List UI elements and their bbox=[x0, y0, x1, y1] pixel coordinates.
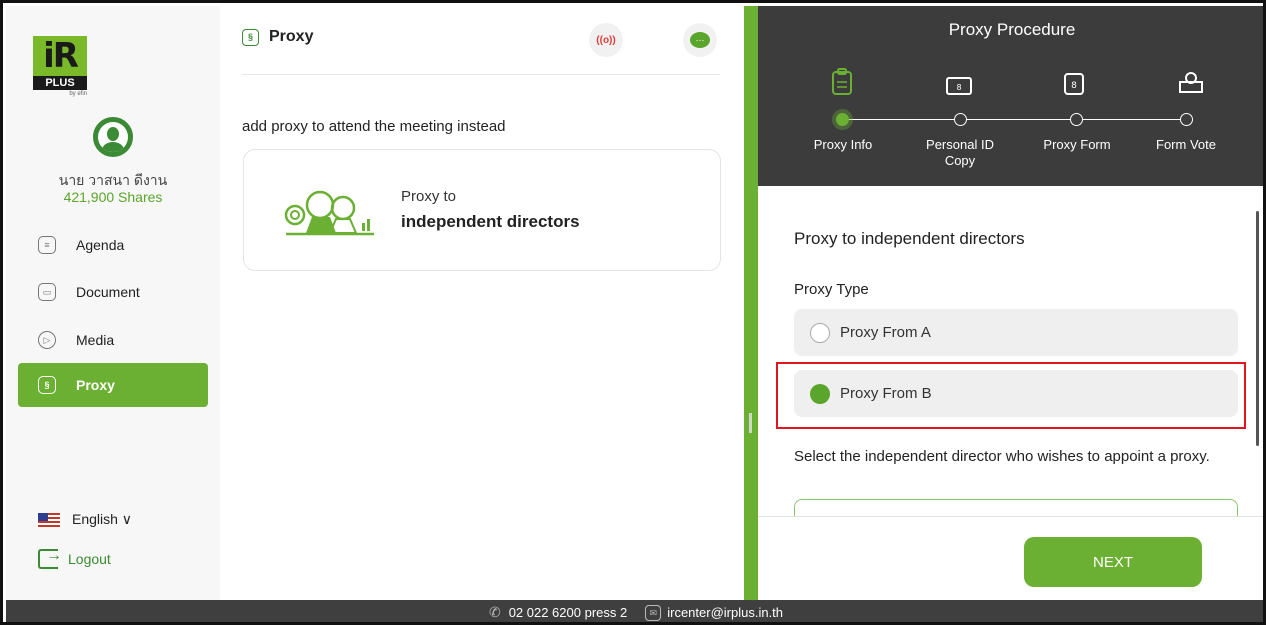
card-line2: independent directors bbox=[401, 212, 580, 231]
language-label: English ∨ bbox=[72, 511, 133, 527]
user-icon bbox=[98, 122, 128, 152]
step-label-personal-id: Personal ID Copy bbox=[926, 137, 994, 168]
user-shares: 421,900 Shares bbox=[63, 189, 163, 205]
document-icon: ▭ bbox=[38, 283, 56, 301]
proxy-independent-directors-card[interactable]: Proxy to independent directors bbox=[243, 149, 721, 271]
logo-mark: iR bbox=[33, 36, 87, 76]
sidebar-item-agenda[interactable]: ≡ Agenda bbox=[18, 223, 208, 267]
chat-button[interactable]: ··· bbox=[683, 23, 717, 57]
sidebar-item-label: Document bbox=[76, 284, 140, 300]
logout-button[interactable]: Logout bbox=[38, 547, 111, 569]
procedure-footer: NEXT bbox=[758, 516, 1263, 600]
proxy-panel: § Proxy ((o)) ··· add proxy to attend th… bbox=[220, 6, 744, 600]
avatar bbox=[93, 117, 133, 157]
step-dot-proxy-info bbox=[836, 113, 849, 126]
irplus-logo: iR PLUS by efin bbox=[33, 36, 87, 98]
proxy-type-option-a[interactable]: Proxy From A bbox=[794, 309, 1238, 356]
app-window: iR PLUS by efin นาย วาสนา ดีงาน 421,900 … bbox=[0, 0, 1266, 625]
card-line1: Proxy to bbox=[401, 188, 457, 205]
footer-email[interactable]: ircenter@irplus.in.th bbox=[667, 605, 783, 620]
logo-by: by efin bbox=[69, 91, 87, 97]
step-label-proxy-form: Proxy Form bbox=[1043, 137, 1111, 152]
panel-subtitle: add proxy to attend the meeting instead bbox=[242, 118, 506, 135]
step-dot-form-vote bbox=[1180, 113, 1193, 126]
footer-phone[interactable]: 02 022 6200 press 2 bbox=[509, 605, 628, 620]
director-select-label: Select the independent director who wish… bbox=[794, 448, 1210, 465]
radio-icon bbox=[810, 322, 830, 343]
proxy-type-label: Proxy Type bbox=[794, 281, 869, 298]
next-button[interactable]: NEXT bbox=[1024, 537, 1202, 587]
vote-box-icon bbox=[1179, 72, 1203, 93]
mail-icon: ✉ bbox=[645, 604, 662, 621]
id-card-icon: 8 bbox=[946, 77, 972, 95]
logo-plus: PLUS bbox=[33, 76, 87, 90]
sidebar: iR PLUS by efin นาย วาสนา ดีงาน 421,900 … bbox=[6, 6, 220, 600]
people-group-icon bbox=[284, 190, 374, 236]
procedure-form: Proxy to independent directors Proxy Typ… bbox=[758, 186, 1263, 516]
step-label-proxy-info: Proxy Info bbox=[813, 137, 873, 152]
proxy-icon: § bbox=[38, 376, 56, 394]
panel-separator bbox=[744, 6, 758, 600]
sidebar-item-media[interactable]: ▷ Media bbox=[18, 318, 208, 362]
step-progress-line bbox=[849, 119, 1182, 120]
step-dot-proxy-form bbox=[1070, 113, 1083, 126]
agenda-icon: ≡ bbox=[38, 236, 56, 254]
media-play-icon: ▷ bbox=[38, 331, 56, 349]
clipboard-icon bbox=[832, 68, 852, 95]
sidebar-item-proxy[interactable]: § Proxy bbox=[18, 363, 208, 407]
sidebar-item-document[interactable]: ▭ Document bbox=[18, 270, 208, 314]
sidebar-item-label: Proxy bbox=[76, 377, 115, 393]
live-button[interactable]: ((o)) bbox=[589, 23, 623, 57]
phone-icon: ✆ bbox=[488, 604, 501, 620]
proxy-form-icon: 8 bbox=[1064, 73, 1084, 95]
logout-label: Logout bbox=[68, 551, 111, 567]
step-label-form-vote: Form Vote bbox=[1156, 137, 1216, 152]
divider bbox=[242, 74, 720, 75]
highlight-box bbox=[776, 362, 1246, 429]
resize-handle[interactable] bbox=[749, 413, 752, 433]
logout-icon bbox=[38, 547, 62, 569]
scrollbar[interactable] bbox=[1256, 211, 1259, 446]
svg-text:8: 8 bbox=[1071, 81, 1077, 91]
us-flag-icon bbox=[38, 512, 60, 527]
procedure-title: Proxy Procedure bbox=[948, 20, 1076, 39]
option-label: Proxy From A bbox=[840, 324, 931, 341]
language-selector[interactable]: English ∨ bbox=[38, 511, 132, 528]
contact-footer: ✆ 02 022 6200 press 2 ✉ ircenter@irplus.… bbox=[6, 600, 1263, 622]
proxy-procedure-panel: Proxy Procedure 8 8 Proxy Info Personal … bbox=[758, 6, 1263, 600]
sidebar-item-label: Agenda bbox=[76, 237, 125, 253]
chat-bubble-icon: ··· bbox=[690, 32, 710, 48]
form-title: Proxy to independent directors bbox=[794, 229, 1025, 248]
live-broadcast-icon: ((o)) bbox=[596, 34, 616, 46]
step-dot-personal-id bbox=[954, 113, 967, 126]
procedure-header: Proxy Procedure 8 8 Proxy Info Personal … bbox=[758, 6, 1263, 186]
svg-text:8: 8 bbox=[956, 83, 961, 92]
sidebar-item-label: Media bbox=[76, 332, 115, 348]
director-select[interactable] bbox=[794, 499, 1238, 516]
page-title: § Proxy bbox=[242, 28, 313, 46]
page-title-text: Proxy bbox=[269, 28, 314, 45]
proxy-icon: § bbox=[242, 28, 259, 46]
